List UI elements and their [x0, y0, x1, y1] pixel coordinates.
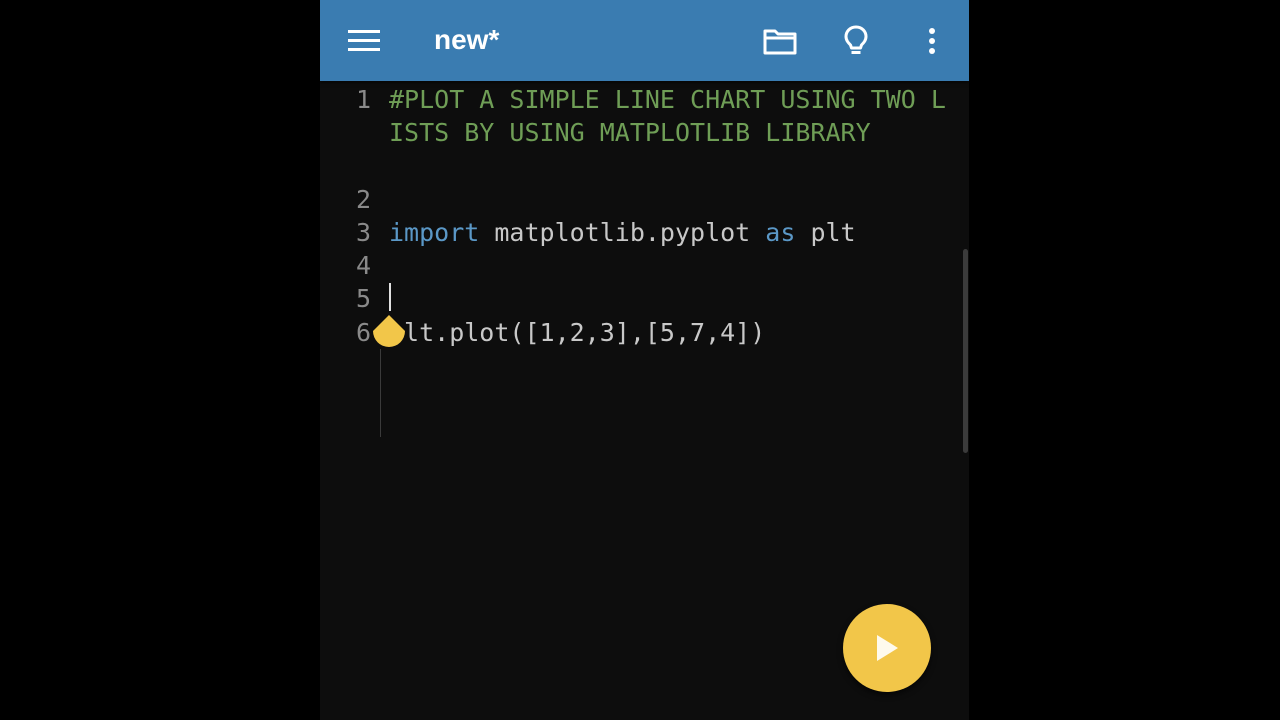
line-number: 4	[355, 251, 371, 280]
cursor-handle[interactable]	[373, 315, 405, 347]
keyword-as: as	[765, 218, 796, 247]
suggestions-button[interactable]	[826, 0, 886, 81]
vertical-scrollbar[interactable]	[963, 249, 968, 453]
app-bar: new*	[320, 0, 969, 81]
run-button[interactable]	[843, 604, 931, 692]
module-name: matplotlib.pyplot	[479, 218, 766, 247]
folder-icon	[763, 29, 797, 54]
alias-name: plt	[795, 218, 856, 247]
line-number: 3	[355, 218, 371, 247]
more-vert-icon	[929, 27, 935, 54]
open-folder-button[interactable]	[750, 0, 810, 81]
phone-screen: new* 1 #PLOT A SIMPLE LINE CHART USING T…	[320, 0, 969, 720]
line-number: 5	[355, 284, 371, 313]
file-title: new*	[434, 24, 500, 55]
line-number: 2	[355, 185, 371, 214]
comment-text: #PLOT A SIMPLE LINE CHART USING TWO LIST…	[389, 85, 946, 148]
gutter-divider	[380, 349, 381, 437]
keyword-import: import	[389, 218, 480, 247]
lightbulb-icon	[844, 25, 868, 54]
more-options-button[interactable]	[902, 0, 962, 81]
line-number: 1	[355, 85, 371, 114]
import-statement: import matplotlib.pyplot as plt	[389, 216, 949, 249]
menu-button[interactable]	[334, 0, 394, 81]
menu-icon	[348, 29, 380, 51]
plot-call: plt.plot([1,2,3],[5,7,4])	[389, 318, 766, 347]
line-number: 6	[355, 318, 371, 347]
play-icon	[877, 635, 898, 661]
text-cursor	[389, 283, 391, 311]
